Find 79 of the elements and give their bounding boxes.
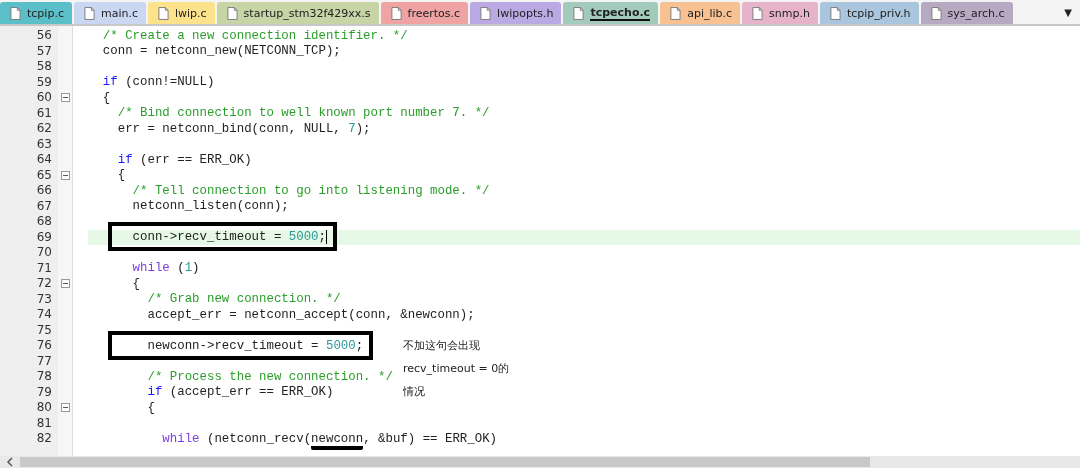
line-number: 69 (35, 229, 53, 245)
file-tab[interactable]: lwipopts.h (470, 2, 562, 24)
document-icon (226, 6, 238, 20)
document-icon (670, 6, 682, 20)
document-icon (829, 6, 841, 20)
document-icon (157, 6, 169, 20)
collapse-icon[interactable] (60, 170, 70, 180)
line-number: 56 (35, 28, 53, 44)
code-line: if (accept_err == ERR_OK) (146, 385, 334, 400)
line-number: 59 (35, 74, 53, 90)
code-line: conn->recv_timeout = 5000; (131, 230, 326, 245)
line-number: 65 (35, 167, 53, 183)
file-tab[interactable]: tcpip.c (0, 2, 72, 24)
collapse-icon[interactable] (60, 403, 70, 413)
file-tab[interactable]: tcpip_priv.h (819, 2, 919, 24)
code-line: /* Create a new connection identifier. */ (101, 28, 408, 43)
line-number: 77 (35, 353, 53, 369)
scrollbar-thumb[interactable] (20, 457, 870, 467)
document-icon (10, 6, 21, 20)
line-number: 64 (35, 152, 53, 168)
file-tab[interactable]: main.c (73, 2, 146, 24)
line-number: 67 (35, 198, 53, 214)
code-line: /* Process the new connection. */ (146, 369, 393, 384)
document-icon (480, 6, 492, 20)
line-number: 63 (35, 136, 53, 152)
file-tab[interactable]: freertos.c (380, 2, 469, 24)
code-line: /* Grab new connection. */ (146, 292, 341, 307)
code-line: /* Bind connection to well known port number 7. */ (116, 106, 490, 121)
document-icon (752, 6, 764, 20)
document-icon (390, 6, 402, 20)
line-number: 81 (35, 415, 53, 431)
line-number: 79 (35, 384, 53, 400)
line-number: 57 (35, 43, 53, 59)
line-number: 73 (35, 291, 53, 307)
file-tab[interactable]: lwip.c (147, 2, 215, 24)
code-line: { (101, 90, 111, 105)
document-icon (573, 6, 585, 20)
collapse-icon[interactable] (60, 279, 70, 289)
line-number: 70 (35, 245, 53, 261)
line-number: 61 (35, 105, 53, 121)
code-line: newconn->recv_timeout = 5000; (146, 338, 364, 353)
line-number: 62 (35, 121, 53, 137)
line-number: 66 (35, 183, 53, 199)
line-number: 60 (35, 90, 53, 106)
file-tab[interactable]: api_lib.c (660, 2, 741, 24)
line-number: 76 (35, 338, 53, 354)
annotation-text: recv_timeout = 0的 (403, 361, 510, 376)
line-number: 58 (35, 59, 53, 75)
code-line: { (131, 276, 141, 291)
annotation-text: 情况 (403, 384, 426, 399)
text-cursor (325, 230, 327, 245)
annotation-text: 不加这句会出现 (403, 338, 481, 353)
code-line: netconn_listen(conn); (131, 199, 289, 214)
file-tab[interactable]: tcpecho.c (563, 2, 659, 24)
line-number: 78 (35, 369, 53, 385)
code-line: conn = netconn_new(NETCONN_TCP); (101, 44, 341, 59)
code-line: if (err == ERR_OK) (116, 152, 252, 167)
line-number: 82 (35, 431, 53, 447)
code-line: err = netconn_bind(conn, NULL, 7); (116, 121, 371, 136)
document-icon (930, 6, 942, 20)
code-line: while (1) (131, 261, 200, 276)
file-tab[interactable]: startup_stm32f429xx.s (216, 2, 379, 24)
code-line: if (conn!=NULL) (101, 75, 215, 90)
document-icon (83, 6, 95, 20)
file-tab[interactable]: snmp.h (742, 2, 818, 24)
line-number: 72 (35, 276, 53, 292)
line-number: 71 (35, 260, 53, 276)
code-line: { (116, 168, 126, 183)
line-number: 80 (35, 400, 53, 416)
line-number: 75 (35, 322, 53, 338)
file-tab[interactable]: sys_arch.c (920, 2, 1013, 24)
code-line: { (146, 400, 155, 415)
collapse-icon[interactable] (60, 93, 70, 103)
code-line: /* Tell connection to go into listening mode. */ (131, 183, 490, 198)
horizontal-scrollbar[interactable] (0, 456, 1080, 468)
code-line: accept_err = netconn_accept(conn, &newconn); (146, 307, 475, 322)
line-number: 74 (35, 307, 53, 323)
tab-list-button[interactable]: ▼ (1064, 6, 1072, 18)
line-number: 68 (35, 214, 53, 230)
